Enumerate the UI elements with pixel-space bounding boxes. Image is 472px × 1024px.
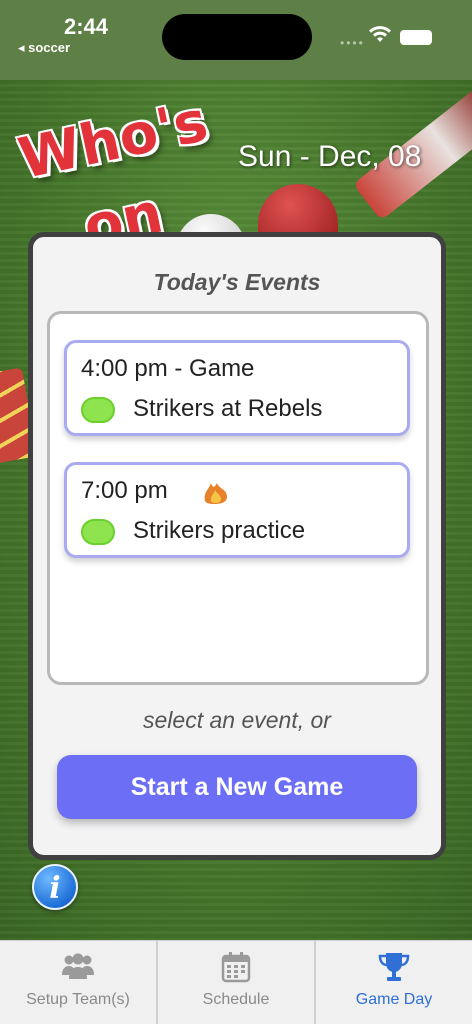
- calendar-icon: [221, 952, 251, 983]
- current-date: Sun - Dec, 08: [238, 140, 422, 173]
- tab-schedule[interactable]: Schedule: [158, 941, 316, 1024]
- select-event-hint: select an event, or: [143, 707, 331, 733]
- event-item-game[interactable]: 4:00 pm - Game Strikers at Rebels: [64, 340, 410, 436]
- event-item-practice[interactable]: 7:00 pm Strikers practice: [64, 462, 410, 558]
- event-time: 7:00 pm: [81, 477, 168, 504]
- people-icon: [62, 953, 94, 979]
- team-color-dot: [81, 397, 115, 423]
- battery-icon: [400, 30, 432, 45]
- event-team: Strikers practice: [133, 517, 306, 544]
- trophy-icon: [378, 953, 410, 981]
- tab-label: Setup Team(s): [26, 991, 130, 1008]
- back-to-app-link[interactable]: ◂ soccer: [18, 40, 70, 56]
- info-icon[interactable]: i: [32, 864, 78, 910]
- tab-setup-teams[interactable]: Setup Team(s): [0, 941, 158, 1024]
- tab-game-day[interactable]: Game Day: [316, 941, 472, 1024]
- event-team: Strikers at Rebels: [133, 395, 323, 422]
- tab-label: Schedule: [202, 991, 270, 1008]
- wifi-icon: [369, 26, 391, 42]
- tab-bar: Setup Team(s) Schedule Game Day: [0, 940, 472, 1024]
- dynamic-island: [162, 14, 312, 60]
- tab-label: Game Day: [355, 991, 433, 1008]
- team-color-dot: [81, 519, 115, 545]
- start-new-game-button[interactable]: Start a New Game: [57, 755, 417, 819]
- events-list: 4:00 pm - Game Strikers at Rebels 7:00 p…: [47, 311, 429, 685]
- event-time: 4:00 pm - Game: [81, 355, 255, 382]
- signal-icon: ••••: [340, 36, 365, 50]
- events-card: Today's Events 4:00 pm - Game Strikers a…: [28, 232, 446, 860]
- fire-icon: [204, 483, 227, 504]
- events-title: Today's Events: [153, 269, 321, 295]
- status-bar: 2:44 ◂ soccer ••••: [0, 0, 472, 60]
- status-time: 2:44: [64, 14, 109, 39]
